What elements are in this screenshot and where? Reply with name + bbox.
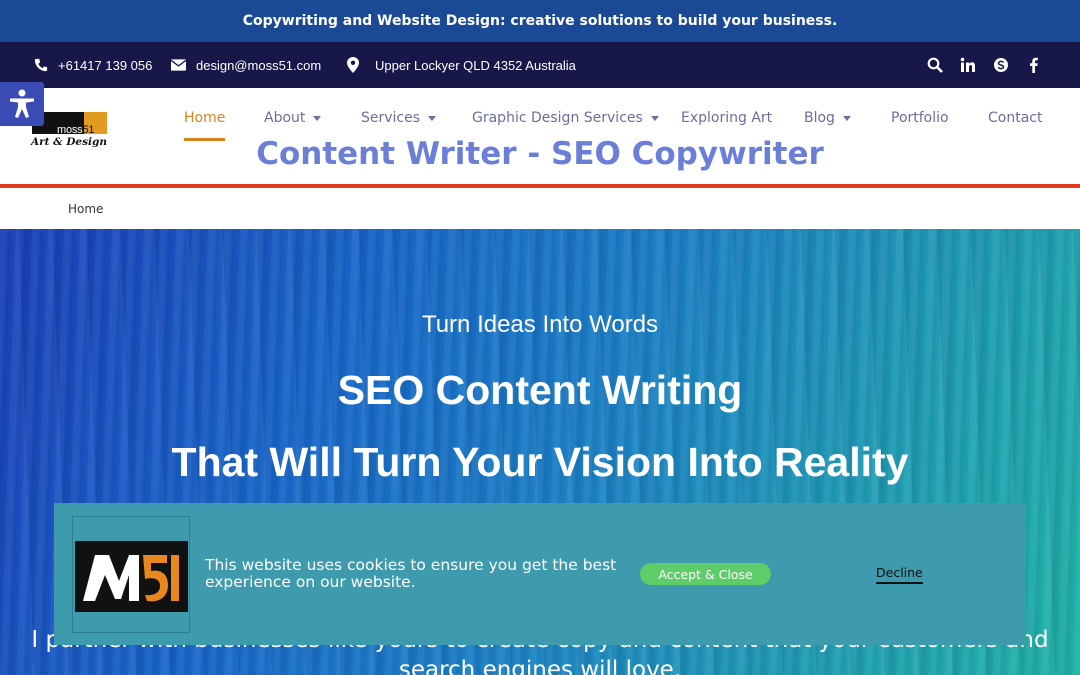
chevron-down-icon — [428, 115, 437, 121]
email-address: design@moss51.com — [196, 57, 322, 73]
nav-graphic-design-label: Graphic Design Services — [472, 110, 643, 126]
chevron-down-icon — [650, 115, 659, 121]
nav-exploring-art-label: Exploring Art — [681, 110, 773, 126]
phone-icon — [34, 58, 48, 72]
cookie-message: This website uses cookies to ensure you … — [205, 556, 617, 591]
nav-exploring-art[interactable]: Exploring Art — [681, 110, 772, 126]
hero-heading: SEO Content Writing — [337, 367, 743, 413]
nav-services[interactable]: Services — [361, 110, 437, 126]
contact-bar: +61417 139 056 design@moss51.com Upper L… — [0, 42, 1080, 88]
cookie-logo-frame — [72, 516, 190, 633]
facebook-icon[interactable] — [1026, 57, 1042, 73]
announcement-bar: Copywriting and Website Design: creative… — [0, 0, 1080, 42]
breadcrumb-home[interactable]: Home — [68, 202, 103, 216]
decline-cookies-button[interactable]: Decline — [876, 565, 923, 584]
nav-about-label: About — [264, 110, 306, 126]
breadcrumb[interactable]: Home — [68, 202, 103, 216]
map-pin-icon — [347, 57, 359, 73]
chevron-down-icon — [313, 115, 322, 121]
chevron-down-icon — [842, 115, 851, 121]
accept-cookies-button[interactable]: Accept & Close — [640, 563, 771, 585]
nav-about[interactable]: About — [264, 110, 322, 126]
main-nav: Home About Services Graphic Design Servi… — [0, 110, 1080, 141]
nav-services-label: Services — [361, 110, 421, 126]
site-header: moss51 Art & Design Home About Services … — [0, 88, 1080, 188]
phone-number: +61417 139 056 — [58, 57, 153, 73]
social-links — [927, 42, 1042, 88]
linkedin-icon[interactable] — [960, 57, 976, 73]
accessibility-button[interactable] — [0, 82, 44, 126]
announcement-text: Copywriting and Website Design: creative… — [242, 13, 838, 29]
accessibility-icon — [10, 89, 34, 118]
hero-subtitle: Turn Ideas Into Words — [421, 311, 659, 338]
nav-portfolio-label: Portfolio — [891, 110, 949, 126]
nav-contact-label: Contact — [988, 110, 1043, 126]
nav-home-label: Home — [184, 110, 226, 126]
envelope-icon — [171, 59, 186, 71]
address-text: Upper Lockyer QLD 4352 Australia — [375, 57, 576, 73]
nav-portfolio[interactable]: Portfolio — [891, 110, 949, 126]
cookie-banner: This website uses cookies to ensure you … — [54, 503, 1026, 645]
hero-subheading: That Will Turn Your Vision Into Reality — [171, 439, 909, 485]
phone-link[interactable]: +61417 139 056 — [34, 42, 152, 88]
site-title: Content Writer - SEO Copywriter — [256, 136, 824, 172]
search-icon[interactable] — [927, 57, 943, 73]
nav-graphic-design[interactable]: Graphic Design Services — [472, 110, 659, 126]
nav-home[interactable]: Home — [184, 110, 226, 141]
m51-logo — [75, 541, 188, 612]
nav-contact[interactable]: Contact — [988, 110, 1042, 126]
nav-blog-label: Blog — [804, 110, 835, 126]
address-link[interactable]: Upper Lockyer QLD 4352 Australia — [347, 42, 576, 88]
skype-icon[interactable] — [993, 57, 1009, 73]
email-link[interactable]: design@moss51.com — [171, 42, 321, 88]
nav-blog[interactable]: Blog — [804, 110, 851, 126]
